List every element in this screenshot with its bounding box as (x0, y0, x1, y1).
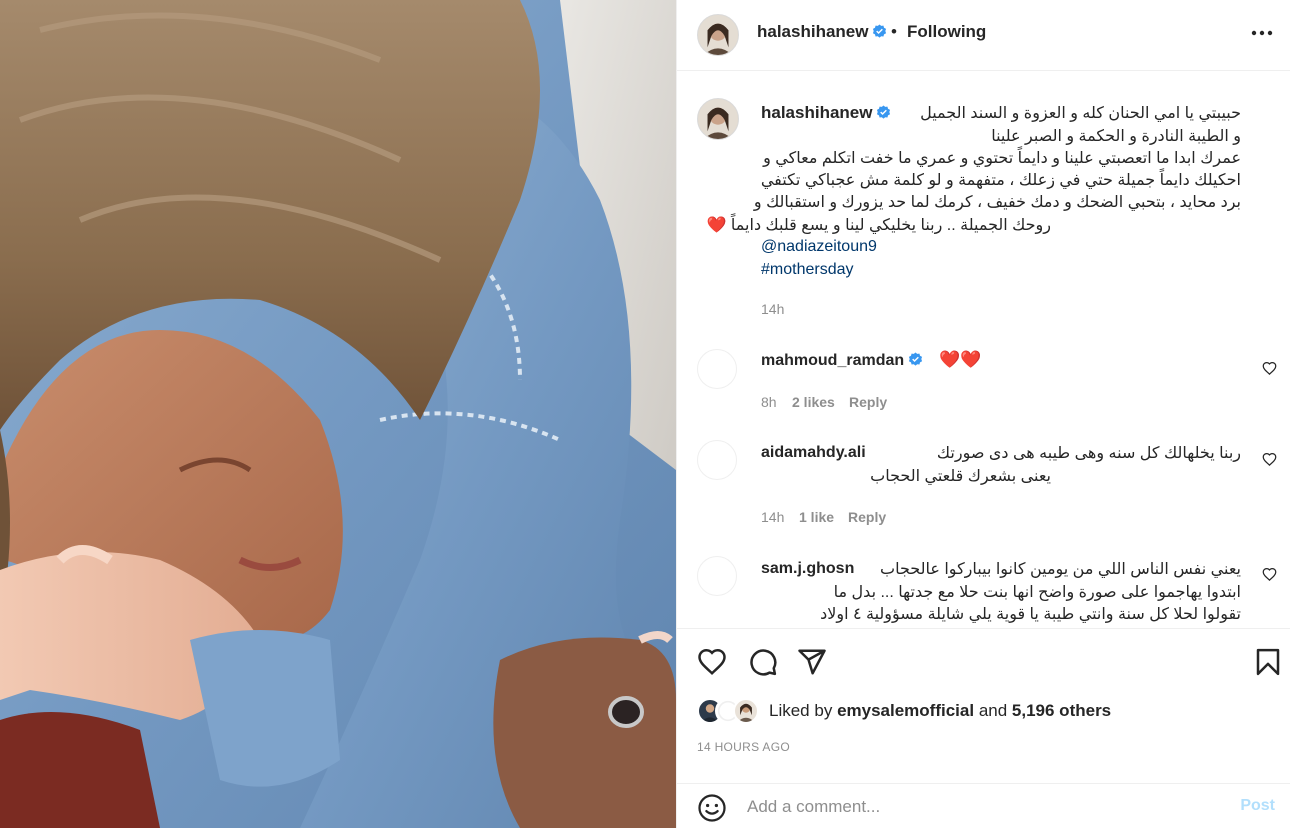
caption-line: حبيبتي يا امي الحنان كله و العزوة و السن… (920, 105, 1241, 122)
caption-line: احكيلك دايماً جميلة حتي في زعلك ، متفهمة… (760, 172, 1241, 189)
comment-like-heart-icon[interactable] (1262, 452, 1277, 467)
author-username[interactable]: halashihanew (757, 22, 887, 42)
comment-icon[interactable] (748, 647, 778, 677)
liked-by-user-link[interactable]: emysalemofficial (837, 701, 974, 720)
caption-time[interactable]: 14h (761, 301, 784, 317)
like-heart-icon[interactable] (697, 647, 727, 677)
liked-by-others-link[interactable]: 5,196 others (1012, 701, 1111, 720)
verified-badge-icon (877, 105, 891, 119)
caption-mention-link[interactable]: @nadiazeitoun9 (761, 238, 877, 256)
post-side-panel: halashihanew • Following halashihanew حب… (676, 0, 1290, 828)
post-actions: Liked by emysalemofficial and 5,196 othe… (677, 628, 1290, 783)
comment-time[interactable]: 8h (761, 394, 777, 410)
post-comment-button[interactable]: Post (1240, 797, 1275, 815)
author-avatar[interactable] (697, 14, 739, 56)
comment-text: ابتدوا يهاجموا على صورة واضح انها بنت حل… (833, 584, 1241, 601)
verified-badge-icon (909, 352, 923, 366)
post-photo[interactable] (0, 0, 676, 828)
comment-time[interactable]: 14h (761, 509, 784, 525)
comment-reply-button[interactable]: Reply (848, 509, 886, 525)
comment-likes[interactable]: 1 like (799, 509, 834, 525)
author-username-text[interactable]: halashihanew (757, 22, 868, 41)
emoji-icon[interactable] (697, 793, 727, 823)
comment-username[interactable]: sam.j.ghosn (761, 560, 854, 578)
more-options-icon[interactable] (1247, 20, 1277, 46)
caption-author-avatar[interactable] (697, 98, 739, 140)
caption-username[interactable]: halashihanew (761, 103, 891, 123)
caption-username-text[interactable]: halashihanew (761, 103, 872, 122)
photo-illustration (0, 0, 676, 828)
share-icon[interactable] (797, 647, 827, 677)
comment-like-heart-icon[interactable] (1262, 361, 1277, 376)
liker-avatars[interactable] (697, 698, 767, 726)
post-header: halashihanew • Following (677, 0, 1290, 71)
comment-text: ربنا يخلهالك كل سنه وهى طيبه هى دى صورتك (936, 445, 1241, 462)
caption-line: برد محايد ، بتحبي الضحك و دمك خفيف ، كرم… (753, 194, 1241, 211)
comment-like-heart-icon[interactable] (1262, 567, 1277, 582)
liked-by-summary: Liked by emysalemofficial and 5,196 othe… (769, 701, 1111, 721)
comment-avatar[interactable] (697, 349, 737, 389)
comment-likes[interactable]: 2 likes (792, 394, 835, 410)
liker-avatar (733, 698, 759, 724)
caption-line: و الطيبة النادرة و الحكمة و الصبر علينا (991, 128, 1241, 145)
comment-text: ❤️❤️ (939, 350, 982, 369)
comments-section[interactable]: halashihanew حبيبتي يا امي الحنان كله و … (677, 72, 1290, 627)
caption-hashtag-link[interactable]: #mothersday (761, 261, 854, 279)
verified-badge-icon (873, 24, 887, 38)
caption-line: روحك الجميلة .. ربنا يخليكي لينا و يسع ق… (706, 217, 1051, 234)
comment-avatar[interactable] (697, 440, 737, 480)
comment-text: تقولوا لحلا كل سنة وانتي طيبة يا قوية يل… (820, 606, 1241, 623)
comment-avatar[interactable] (697, 556, 737, 596)
comment-text: يعنى بشعرك قلعتي الحجاب (870, 468, 1051, 485)
caption-line: عمرك ابدا ما اتعصبتي علينا و دايماً تحتو… (763, 150, 1241, 167)
header-separator: • (891, 22, 897, 41)
instagram-post: halashihanew • Following halashihanew حب… (0, 0, 1290, 828)
comment-reply-button[interactable]: Reply (849, 394, 887, 410)
comment-text: يعني نفس الناس اللي من يومين كانوا بيبار… (880, 561, 1241, 578)
comment-composer: Post (677, 783, 1290, 828)
post-timestamp[interactable]: 14 HOURS AGO (697, 740, 790, 754)
comment-username[interactable]: aidamahdy.ali (761, 444, 866, 462)
bookmark-icon[interactable] (1253, 647, 1283, 677)
following-button[interactable]: Following (907, 22, 986, 42)
comment-username-text[interactable]: mahmoud_ramdan (761, 352, 904, 369)
add-comment-input[interactable] (747, 794, 1207, 820)
liked-by-and: and (978, 701, 1008, 720)
comment-username[interactable]: mahmoud_ramdan (761, 352, 923, 370)
liked-by-prefix: Liked by (769, 701, 833, 720)
